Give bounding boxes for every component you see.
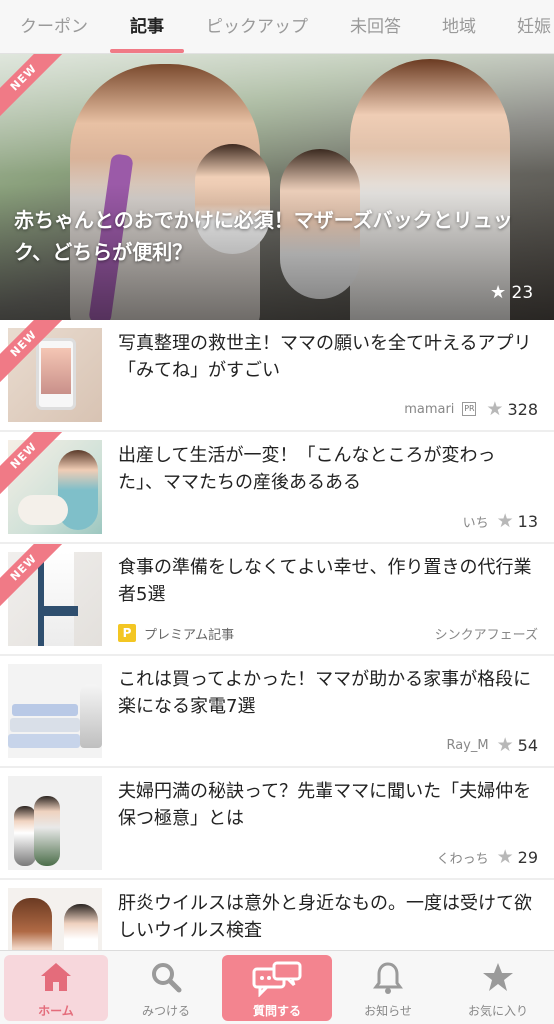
star-count: 13 (517, 511, 538, 531)
article-thumbnail (8, 664, 102, 758)
star-count: 328 (507, 399, 538, 419)
new-badge: NEW (0, 432, 67, 499)
nav-notifications-label: お知らせ (364, 1004, 412, 1018)
star-icon[interactable]: ★ (497, 734, 514, 756)
article-item[interactable]: 肝炎ウイルスは意外と身近なもの。一度は受けて欲しいウイルス検査 (0, 880, 554, 950)
nav-favorites-label: お気に入り (467, 1004, 528, 1018)
article-meta: いち ★ 13 (463, 510, 538, 532)
article-thumbnail (8, 888, 102, 950)
article-source: Ray_M (446, 737, 489, 753)
hero-star-count: 23 (511, 283, 534, 303)
new-ribbon: NEW (0, 432, 80, 512)
new-ribbon: NEW (0, 544, 80, 624)
pr-badge: PR (462, 402, 477, 416)
article-thumbnail (8, 776, 102, 870)
article-meta: Ray_M ★ 54 (446, 734, 538, 756)
article-item[interactable]: NEW 食事の準備をしなくてよい幸せ、作り置きの代行業者5選 P プレミアム記事… (0, 544, 554, 654)
search-icon (152, 963, 182, 993)
nav-ask-question[interactable]: 質問する (222, 955, 332, 1021)
person-image (34, 796, 60, 866)
star-count: 54 (517, 735, 538, 755)
bottom-navigation: ホーム みつける 質問する お知らせ お気に入り (0, 950, 554, 1024)
article-title: 出産して生活が一変！「こんなところが変わった」、ママたちの産後あるある (118, 445, 496, 493)
article-title: 食事の準備をしなくてよい幸せ、作り置きの代行業者5選 (118, 557, 532, 605)
new-badge: NEW (0, 54, 67, 121)
towel-image (12, 704, 78, 716)
article-meta: くわっち ★ 29 (437, 846, 538, 868)
top-tab-bar: クーポン 記事 ピックアップ 未回答 地域 妊娠 (0, 0, 554, 54)
tab-pickup[interactable]: ピックアップ (206, 0, 308, 53)
nav-search[interactable]: みつける (114, 955, 218, 1021)
star-icon (483, 963, 513, 991)
premium-badge-icon: P (118, 624, 136, 642)
article-item[interactable]: NEW 出産して生活が一変！「こんなところが変わった」、ママたちの産後あるある … (0, 432, 554, 542)
article-title: 写真整理の救世主！ママの願いを全て叶えるアプリ「みてね」がすごい (118, 333, 532, 381)
article-item[interactable]: これは買ってよかった！ママが助かる家事が格段に楽になる家電7選 Ray_M ★ … (0, 656, 554, 766)
home-icon (41, 963, 71, 991)
towel-image (10, 718, 80, 732)
article-item[interactable]: NEW 写真整理の救世主！ママの願いを全て叶えるアプリ「みてね」がすごい mam… (0, 320, 554, 430)
iron-image (80, 684, 102, 748)
active-tab-indicator (110, 49, 184, 53)
tab-coupon[interactable]: クーポン (20, 0, 88, 53)
tab-unanswered[interactable]: 未回答 (350, 0, 401, 53)
star-icon: ★ (490, 282, 507, 303)
chat-bubbles-icon (252, 961, 302, 997)
towel-image (8, 734, 80, 748)
tab-pregnancy[interactable]: 妊娠 (517, 0, 551, 53)
article-meta: シンクアフェーズ (435, 622, 538, 644)
article-item[interactable]: 夫婦円満の秘訣って？先輩ママに聞いた「夫婦仲を保つ極意」とは くわっち ★ 29 (0, 768, 554, 878)
doctor-image (64, 904, 98, 950)
article-title: 夫婦円満の秘訣って？先輩ママに聞いた「夫婦仲を保つ極意」とは (118, 781, 532, 829)
hero-favorite[interactable]: ★ 23 (490, 282, 540, 308)
new-ribbon: NEW (0, 320, 80, 400)
nav-home[interactable]: ホーム (4, 955, 108, 1021)
patient-image (12, 898, 52, 950)
nav-ask-label: 質問する (252, 1004, 301, 1018)
star-count: 29 (517, 847, 538, 867)
article-source: くわっち (436, 851, 489, 867)
star-icon[interactable]: ★ (497, 846, 514, 868)
new-badge: NEW (0, 320, 67, 387)
new-ribbon: NEW (0, 54, 80, 134)
person-image (14, 806, 36, 866)
premium-text: プレミアム記事 (144, 627, 235, 643)
article-source: シンクアフェーズ (434, 627, 538, 643)
bell-icon (373, 962, 403, 994)
nav-notifications[interactable]: お知らせ (336, 955, 440, 1021)
hero-title: 赤ちゃんとのおでかけに必須！マザーズバックとリュック、どちらが便利？ (14, 208, 513, 264)
nav-home-label: ホーム (38, 1004, 74, 1018)
article-title: 肝炎ウイルスは意外と身近なもの。一度は受けて欲しいウイルス検査 (118, 893, 532, 941)
new-badge: NEW (0, 544, 67, 611)
tab-articles[interactable]: 記事 (130, 0, 164, 53)
article-title: これは買ってよかった！ママが助かる家事が格段に楽になる家電7選 (118, 669, 532, 717)
tab-region[interactable]: 地域 (442, 0, 476, 53)
article-meta: mamari PR ★ 328 (404, 398, 538, 420)
premium-label: P プレミアム記事 (118, 622, 234, 644)
nav-favorites[interactable]: お気に入り (446, 955, 550, 1021)
nav-search-label: みつける (141, 1004, 190, 1018)
star-icon[interactable]: ★ (486, 398, 503, 420)
hero-article[interactable]: NEW 赤ちゃんとのおでかけに必須！マザーズバックとリュック、どちらが便利？ ★… (0, 54, 554, 320)
star-icon[interactable]: ★ (497, 510, 514, 532)
article-source: いち (462, 515, 489, 531)
article-source: mamari (404, 401, 455, 417)
